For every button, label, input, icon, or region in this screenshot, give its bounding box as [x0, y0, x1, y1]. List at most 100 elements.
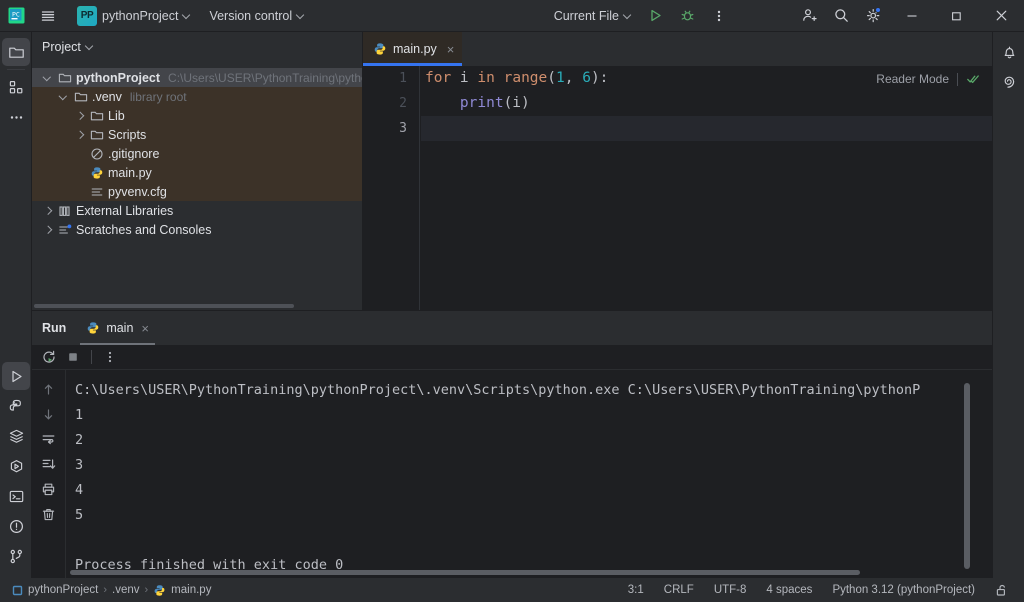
code-line[interactable]: print(i): [421, 91, 992, 116]
tree-node-scripts[interactable]: Scripts: [32, 125, 362, 144]
python-file-icon: [153, 584, 166, 597]
chevron-right-icon[interactable]: [74, 110, 85, 121]
more-vertical-icon[interactable]: [704, 3, 734, 29]
console-horizontal-scrollbar[interactable]: [70, 570, 860, 575]
code-line[interactable]: for i in range(1, 6):: [421, 66, 992, 91]
caret-position[interactable]: 3:1: [625, 581, 647, 600]
project-tree[interactable]: pythonProjectC:\Users\USER\PythonTrainin…: [32, 62, 362, 310]
rerun-icon[interactable]: [38, 347, 60, 367]
terminal-icon[interactable]: [2, 482, 30, 510]
maximize-restore-icon[interactable]: [934, 0, 979, 32]
breadcrumb-venv[interactable]: .venv: [108, 581, 144, 600]
chevron-right-icon[interactable]: [42, 224, 53, 235]
tree-node-lib[interactable]: Lib: [32, 106, 362, 125]
folder-icon: [57, 70, 72, 85]
python-console-icon[interactable]: [2, 392, 30, 420]
tree-node-gitignore[interactable]: .gitignore: [32, 144, 362, 163]
run-config-label: Current File: [554, 9, 619, 23]
line-separator[interactable]: CRLF: [661, 581, 697, 600]
problems-icon[interactable]: [2, 512, 30, 540]
python-file-icon: [89, 165, 104, 180]
chevron-right-icon[interactable]: [74, 129, 85, 140]
line-number[interactable]: 3: [363, 116, 419, 141]
editor-code[interactable]: for i in range(1, 6): print(i): [421, 66, 992, 310]
title-bar: PC PP pythonProject Vers: [0, 0, 1024, 32]
svg-text:PC: PC: [12, 11, 20, 19]
project-tool-icon[interactable]: [2, 38, 30, 66]
run-play-icon[interactable]: [640, 3, 670, 29]
soft-wrap-icon[interactable]: [38, 428, 60, 450]
settings-gear-icon[interactable]: [858, 3, 888, 29]
close-icon[interactable]: ×: [447, 43, 455, 56]
console-vertical-scrollbar[interactable]: [964, 383, 970, 569]
project-name-label: pythonProject: [102, 9, 178, 23]
more-vertical-icon[interactable]: [99, 347, 121, 367]
chevron-down-icon[interactable]: [58, 91, 69, 102]
chevron-right-icon[interactable]: [42, 205, 53, 216]
breadcrumb-main-py[interactable]: main.py: [149, 581, 215, 600]
tree-node-external-libraries[interactable]: External Libraries: [32, 201, 362, 220]
tree-node-pyvenv-cfg[interactable]: pyvenv.cfg: [32, 182, 362, 201]
config-file-icon: [89, 184, 104, 199]
run-console-output[interactable]: C:\Users\USER\PythonTraining\pythonProje…: [67, 370, 972, 578]
print-icon[interactable]: [38, 478, 60, 500]
more-tools-icon[interactable]: [2, 103, 30, 131]
ai-assistant-icon[interactable]: [995, 68, 1023, 96]
console-command-line: C:\Users\USER\PythonTraining\pythonProje…: [75, 378, 972, 403]
tree-node-scratches-and-consoles[interactable]: Scratches and Consoles: [32, 220, 362, 239]
settings-notification-dot: [875, 7, 881, 13]
console-output-line: 5: [75, 503, 972, 528]
minimize-icon[interactable]: [889, 0, 934, 32]
up-arrow-icon[interactable]: [38, 378, 60, 400]
chevron-down-icon[interactable]: [86, 43, 94, 51]
run-tool-icon[interactable]: [2, 362, 30, 390]
indent-setting[interactable]: 4 spaces: [763, 581, 815, 600]
run-tab-main[interactable]: main ×: [80, 311, 155, 345]
project-panel-header[interactable]: Project: [32, 32, 362, 62]
tree-indent-spacer: [74, 167, 85, 178]
structure-tool-icon[interactable]: [2, 73, 30, 101]
editor-tab-main-py[interactable]: main.py ×: [363, 32, 462, 66]
file-encoding[interactable]: UTF-8: [711, 581, 750, 600]
project-selector[interactable]: PP pythonProject: [70, 4, 198, 28]
line-number[interactable]: 2: [363, 91, 419, 116]
python-interpreter[interactable]: Python 3.12 (pythonProject): [829, 581, 978, 600]
gitignore-icon: [89, 146, 104, 161]
tree-node-pythonproject[interactable]: pythonProjectC:\Users\USER\PythonTrainin…: [32, 68, 362, 87]
code-token: (: [547, 70, 556, 86]
down-arrow-icon[interactable]: [38, 403, 60, 425]
debug-bug-icon[interactable]: [672, 3, 702, 29]
tree-node-label: External Libraries: [76, 204, 173, 218]
breadcrumb-pythonproject[interactable]: pythonProject: [8, 581, 102, 600]
editor-gutter[interactable]: 123: [363, 66, 420, 310]
libraries-icon: [57, 203, 72, 218]
tree-node-label: .gitignore: [108, 147, 159, 161]
add-account-icon[interactable]: [794, 3, 824, 29]
version-control-button[interactable]: Version control: [202, 4, 312, 28]
editor-body[interactable]: Reader Mode 123 for i in range(1, 6): pr…: [363, 66, 992, 310]
close-icon[interactable]: [979, 0, 1024, 32]
editor-tab-bar: main.py ×: [363, 32, 992, 66]
python-packages-icon[interactable]: [2, 452, 30, 480]
unlocked-padlock-icon[interactable]: [992, 581, 1012, 600]
chevron-down-icon[interactable]: [42, 72, 53, 83]
chevron-down-icon: [183, 12, 191, 20]
notifications-bell-icon[interactable]: [995, 38, 1023, 66]
close-icon[interactable]: ×: [141, 321, 149, 336]
run-configuration-selector[interactable]: Current File: [547, 4, 639, 28]
tree-node-main-py[interactable]: main.py: [32, 163, 362, 182]
run-panel-title: Run: [42, 321, 66, 335]
stop-icon[interactable]: [62, 347, 84, 367]
console-action-gutter: [32, 370, 66, 578]
editor-tab-label: main.py: [393, 42, 437, 56]
line-number[interactable]: 1: [363, 66, 419, 91]
clear-all-icon[interactable]: [38, 503, 60, 525]
tree-node-venv[interactable]: .venvlibrary root: [32, 87, 362, 106]
search-icon[interactable]: [826, 3, 856, 29]
services-icon[interactable]: [2, 422, 30, 450]
version-control-icon[interactable]: [2, 542, 30, 570]
code-line[interactable]: [421, 116, 992, 141]
scroll-to-end-icon[interactable]: [38, 453, 60, 475]
hamburger-menu-icon[interactable]: [33, 3, 63, 29]
project-tree-horizontal-scrollbar[interactable]: [34, 304, 360, 308]
